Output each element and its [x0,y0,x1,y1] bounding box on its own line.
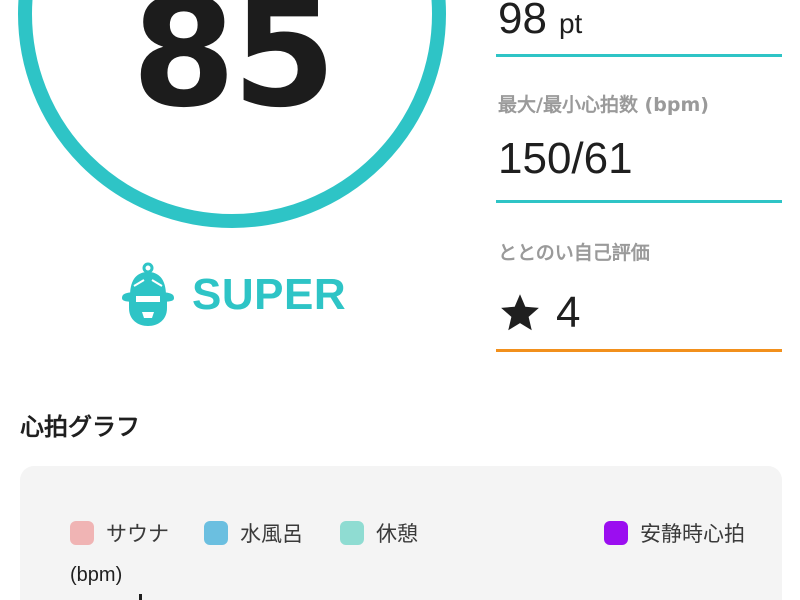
score-value: 85 [131,0,337,141]
heart-rate-label: 最大/最小心拍数 (bpm) [498,94,709,116]
points-value: 98 [498,0,547,43]
rank-badge: SUPER [120,262,346,328]
legend-swatch-rest [340,521,364,545]
legend-item-rest: 休憩 [340,518,418,548]
self-evaluation-value: 4 [556,288,581,337]
heart-rate-divider [496,200,782,203]
legend-item-resting-heart-rate: 安静時心拍 [604,518,745,548]
legend-label-cold-bath: 水風呂 [240,522,303,546]
y-axis-unit: (bpm) [70,564,123,586]
legend-swatch-sauna [70,521,94,545]
points-divider [496,54,782,57]
legend-label-sauna: サウナ [106,522,169,546]
points-stat: 98 pt [496,0,782,58]
star-icon [501,294,539,331]
graph-section-title: 心拍グラフ [20,413,140,441]
self-evaluation-label: ととのい自己評価 [498,242,650,264]
session-result-page: 85 SUPER 98 pt 最大/最小心拍数 (bpm) 150/61 ととのい… [0,0,800,600]
legend-item-sauna: サウナ [70,518,169,548]
y-axis-line [139,594,142,600]
self-evaluation-stat: ととのい自己評価 4 [496,240,782,352]
legend-label-resting-heart-rate: 安静時心拍 [640,522,745,546]
self-evaluation-value-row: 4 [498,288,580,338]
legend-swatch-cold-bath [204,521,228,545]
rank-label: SUPER [192,270,347,319]
legend-label-rest: 休憩 [376,522,418,546]
legend-item-cold-bath: 水風呂 [204,518,303,548]
heart-rate-value: 150/61 [498,134,633,183]
legend-swatch-resting-heart-rate [604,521,628,545]
points-value-row: 98 pt [498,0,582,49]
heart-rate-graph-card: サウナ 水風呂 休憩 安静時心拍 (bpm) [20,466,782,600]
sauna-hat-face-icon [122,262,174,326]
heart-rate-stat: 最大/最小心拍数 (bpm) 150/61 [496,92,782,204]
self-evaluation-divider [496,349,782,352]
points-unit: pt [558,8,583,39]
